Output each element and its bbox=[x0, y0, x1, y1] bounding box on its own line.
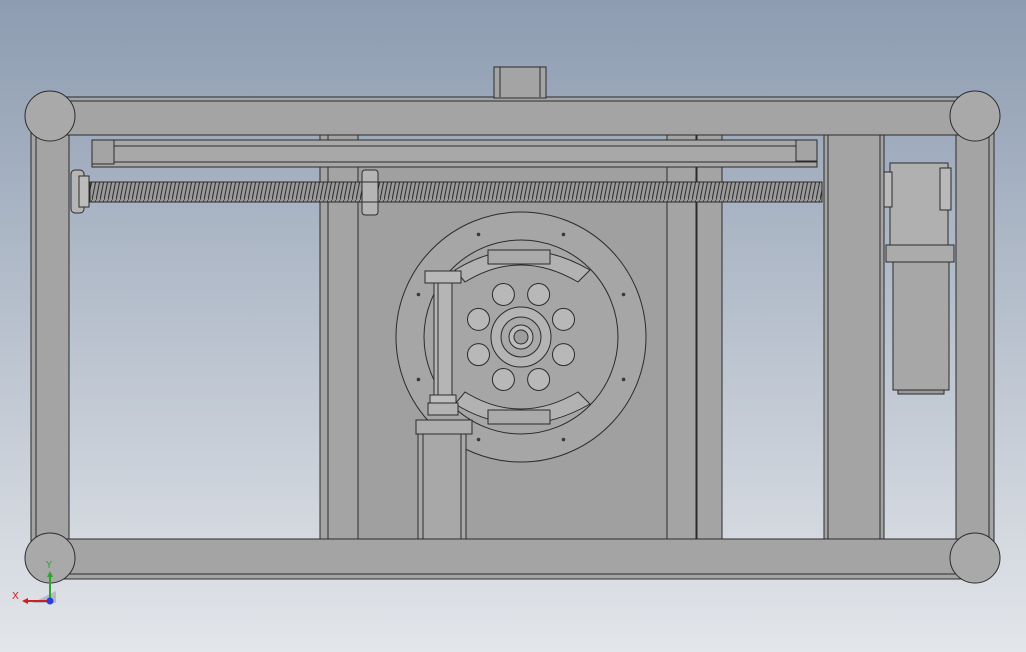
screw-bearing-center bbox=[361, 169, 379, 216]
right-gearbox bbox=[889, 162, 949, 246]
worm-shaft bbox=[433, 282, 453, 404]
rotary-bolt bbox=[621, 292, 626, 297]
rotary-bolt bbox=[416, 292, 421, 297]
y-axis-label: Y bbox=[45, 560, 53, 571]
frame-inner-post-4 bbox=[823, 134, 885, 540]
rail-end-block-right bbox=[795, 139, 818, 162]
frame-right-post bbox=[955, 102, 995, 567]
top-mount-block bbox=[493, 66, 547, 99]
right-motor-flange bbox=[885, 244, 955, 263]
worm-motor-body bbox=[417, 433, 467, 540]
rotary-hole bbox=[467, 307, 491, 331]
worm-shaft-top bbox=[424, 270, 462, 284]
frame-bottom-beam bbox=[49, 538, 976, 580]
rotary-bolt bbox=[561, 437, 566, 442]
corner-ball-bottom-right bbox=[949, 532, 1001, 584]
rotary-bolt bbox=[476, 437, 481, 442]
rotary-hole bbox=[491, 367, 515, 391]
rotary-hole bbox=[527, 283, 551, 307]
rotary-bolt bbox=[621, 377, 626, 382]
rotary-hole bbox=[551, 307, 575, 331]
rotary-hole bbox=[467, 343, 491, 367]
rotary-bolt bbox=[476, 232, 481, 237]
rotary-bolt bbox=[416, 377, 421, 382]
worm-motor-flange bbox=[415, 419, 473, 435]
rotary-bolt bbox=[561, 232, 566, 237]
rail-end-block-left bbox=[91, 139, 115, 165]
z-axis-marker bbox=[46, 597, 54, 605]
frame-left-post bbox=[30, 102, 70, 567]
corner-ball-top-right bbox=[949, 90, 1001, 142]
lead-screw bbox=[89, 181, 823, 203]
rotary-hole bbox=[527, 367, 551, 391]
guide-rail bbox=[91, 139, 818, 168]
rotary-hole bbox=[551, 343, 575, 367]
right-motor-body bbox=[892, 261, 950, 391]
frame-top-beam bbox=[49, 96, 976, 136]
corner-ball-top-left bbox=[24, 90, 76, 142]
x-axis-label: X bbox=[12, 591, 19, 602]
cad-drawing: X Y bbox=[0, 0, 1026, 652]
rotary-hole bbox=[491, 283, 515, 307]
cad-viewport[interactable]: X Y bbox=[0, 0, 1026, 652]
